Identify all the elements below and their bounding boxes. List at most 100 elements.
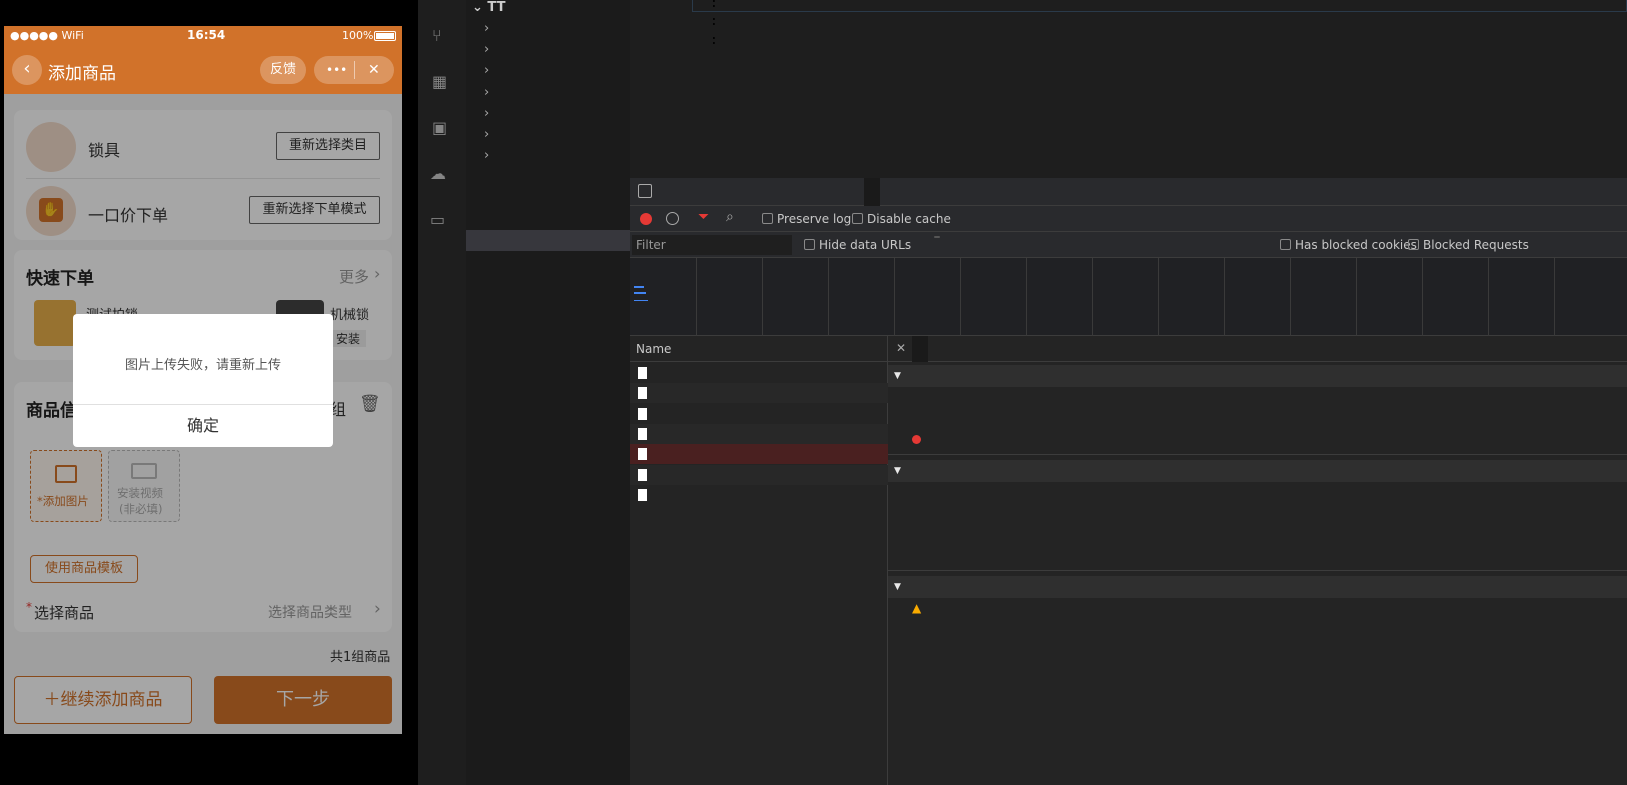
explorer-item-project-config-json[interactable]: [466, 230, 630, 251]
explorer-item-app-ttss[interactable]: [466, 209, 630, 230]
clear-icon[interactable]: [666, 212, 679, 225]
explorer-item-pages[interactable]: ›: [466, 124, 630, 145]
request-row[interactable]: [630, 485, 888, 505]
detail-tab-timing[interactable]: [1158, 336, 1174, 362]
code-line: :: [630, 0, 1627, 13]
activity-bar: ⑂ ▦ ▣ ☁ ▭: [418, 0, 466, 785]
preserve-log-checkbox[interactable]: Preserve log: [762, 212, 851, 226]
disable-cache-checkbox[interactable]: Disable cache: [852, 212, 951, 226]
type-filter-doc[interactable]: [1116, 236, 1122, 238]
code-content: :: [710, 0, 726, 11]
cloud-icon[interactable]: ☁: [430, 164, 452, 183]
explorer-item-app-js[interactable]: [466, 166, 630, 187]
close-icon[interactable]: ✕: [368, 56, 380, 84]
back-icon[interactable]: ‹: [12, 55, 42, 85]
explorer-item-static[interactable]: ›: [466, 145, 630, 166]
type-filter-all[interactable]: [906, 236, 912, 238]
tab-network[interactable]: [864, 178, 880, 206]
request-row[interactable]: [630, 423, 888, 444]
explorer-item-app-json[interactable]: [466, 188, 630, 209]
network-timeline[interactable]: [630, 258, 1627, 336]
error-dialog: 图片上传失败，请重新上传 确定: [73, 314, 333, 447]
blocked-cookies-label: Has blocked cookies: [1295, 238, 1417, 252]
timeline-gridline: [1224, 258, 1225, 336]
name-column-header[interactable]: Name: [630, 336, 888, 362]
tab-app-data[interactable]: [933, 178, 949, 206]
detail-tab-response[interactable]: [1032, 336, 1048, 362]
code-editor[interactable]: : : :: [630, 0, 1627, 146]
file-explorer: ⌄ TT › › › › › › ›: [466, 0, 630, 785]
type-filter-font[interactable]: [1083, 236, 1089, 238]
filter-input[interactable]: Filter: [632, 235, 792, 255]
request-row[interactable]: [630, 444, 888, 465]
timeline-gridline: [1356, 258, 1357, 336]
type-filter-ws[interactable]: [1146, 236, 1152, 238]
request-row[interactable]: [630, 464, 888, 485]
type-filter-js[interactable]: [964, 236, 970, 238]
monitor-icon[interactable]: ▭: [430, 210, 452, 229]
timeline-gridline: [1554, 258, 1555, 336]
filter-icon[interactable]: ⏷: [698, 209, 709, 225]
storage-icon[interactable]: ▣: [432, 118, 450, 137]
preserve-log-label: Preserve log: [777, 212, 852, 226]
type-filter-css[interactable]: [991, 236, 997, 238]
hide-data-urls-label: Hide data URLs: [819, 238, 912, 252]
close-details-icon[interactable]: ✕: [896, 341, 906, 355]
tab-mock[interactable]: [1066, 178, 1082, 206]
hide-data-urls-checkbox[interactable]: Hide data URLs: [804, 238, 911, 252]
record-icon[interactable]: [640, 213, 652, 225]
detail-tab-initiator[interactable]: [1098, 336, 1114, 362]
explorer-item-package[interactable]: ›: [466, 103, 630, 124]
code-content: :: [710, 32, 726, 48]
type-filter-media[interactable]: [1044, 236, 1050, 238]
clock: 16:54: [187, 28, 226, 42]
triangle-down-icon: ▼: [894, 466, 901, 476]
type-filter-img[interactable]: [1022, 236, 1028, 238]
detail-tab-cookies[interactable]: [1212, 336, 1228, 362]
response_headers-section-header[interactable]: ▼: [888, 460, 1627, 482]
request-row[interactable]: [630, 404, 888, 424]
search-icon[interactable]: ⌕: [726, 209, 734, 225]
warning-icon: ▲: [912, 601, 922, 615]
request-row[interactable]: [630, 383, 888, 404]
network-toolbar: ⏷ ⌕ Preserve log Disable cache: [630, 206, 1627, 232]
blocked-requests-checkbox[interactable]: Blocked Requests: [1408, 238, 1529, 252]
explorer-root-label: TT: [487, 0, 506, 15]
inspect-element-icon[interactable]: [638, 184, 652, 198]
phone-simulator: ●●●●● WiFi 16:54 100% ‹ 添加商品 反馈 ••• ✕ 锁具…: [0, 0, 418, 785]
blocked-cookies-checkbox[interactable]: Has blocked cookies: [1280, 238, 1417, 252]
explorer-item-cmlpackage[interactable]: ›: [466, 18, 630, 39]
explorer-item-npm[interactable]: ›: [466, 82, 630, 103]
timeline-gridline: [1092, 258, 1093, 336]
timeline-bar: [634, 300, 648, 301]
extensions-icon[interactable]: ▦: [432, 72, 450, 91]
tab-storage[interactable]: [1002, 178, 1018, 206]
detail-tab-headers[interactable]: [912, 336, 928, 362]
tab-trace[interactable]: [1118, 178, 1134, 206]
dialog-confirm-button[interactable]: 确定: [73, 405, 333, 447]
tab-elements[interactable]: [672, 178, 688, 206]
provisional-warning: ▲: [912, 598, 927, 619]
type-filter-xhr[interactable]: [934, 236, 940, 238]
code-line: :: [630, 13, 1627, 31]
type-filter-other[interactable]: [1226, 236, 1232, 238]
document-icon: [638, 448, 647, 461]
nav-bar: ‹ 添加商品 反馈 ••• ✕: [4, 46, 402, 94]
explorer-item-common[interactable]: ›: [466, 39, 630, 60]
feedback-button[interactable]: 反馈: [260, 56, 306, 84]
divider: [888, 454, 1627, 455]
type-filter-manifest[interactable]: [1173, 236, 1179, 238]
explorer-root[interactable]: ⌄ TT: [466, 0, 630, 18]
tab-sources[interactable]: [804, 178, 820, 206]
tab-console[interactable]: [740, 178, 756, 206]
request_headers-section-header[interactable]: ▼: [888, 576, 1627, 598]
more-dots-icon[interactable]: •••: [326, 56, 347, 84]
explorer-item-components[interactable]: ›: [466, 60, 630, 81]
general-section-header[interactable]: ▼: [888, 365, 1627, 387]
detail-tab-preview[interactable]: [974, 336, 990, 362]
source-control-icon[interactable]: ⑂: [432, 26, 450, 45]
triangle-down-icon: ▼: [894, 582, 901, 592]
request-row[interactable]: [630, 363, 888, 383]
document-icon: [638, 427, 647, 440]
explorer-item-project-private-config-[interactable]: [466, 251, 630, 272]
